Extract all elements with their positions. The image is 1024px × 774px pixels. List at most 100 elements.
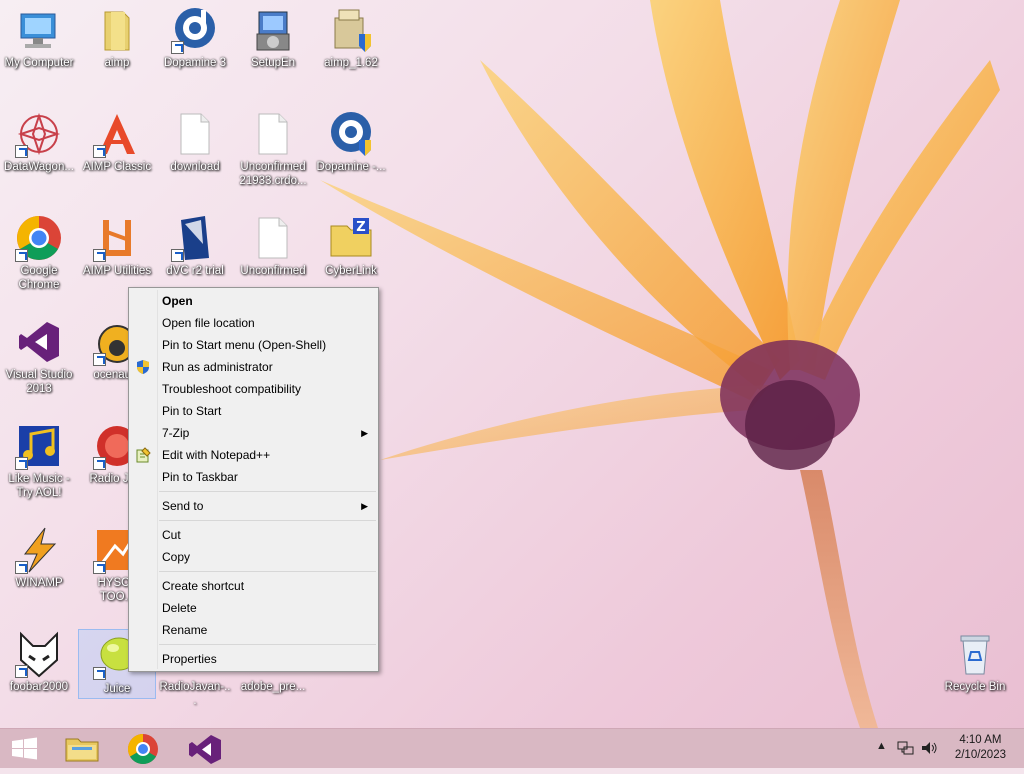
system-clock[interactable]: 4:10 AM 2/10/2023 xyxy=(955,733,1006,763)
folder-icon xyxy=(93,6,141,54)
menu-item-send-to[interactable]: Send to ▶ xyxy=(129,495,378,517)
menu-item-label: Send to xyxy=(162,499,204,513)
network-icon[interactable] xyxy=(896,739,914,760)
shortcut-arrow-icon xyxy=(171,41,184,54)
desktop-icon-label: My Computer xyxy=(4,57,74,69)
menu-item-pin-to-start-menu-open-shell[interactable]: Pin to Start menu (Open-Shell) xyxy=(129,334,378,356)
desktop-icon-google-chrome[interactable]: Google Chrome xyxy=(0,208,78,304)
visual-studio-icon xyxy=(189,735,221,764)
dopamine-icon xyxy=(327,110,375,158)
desktop-icon-download[interactable]: download xyxy=(156,104,234,200)
desktop-icon-datawagon[interactable]: DataWagon... xyxy=(0,104,78,200)
menu-item-7-zip[interactable]: 7-Zip ▶ xyxy=(129,422,378,444)
desktop-icon-dopamine-setup[interactable]: Dopamine -... xyxy=(312,104,390,200)
shortcut-arrow-icon xyxy=(93,457,106,470)
dopamine-icon xyxy=(171,6,219,54)
desktop-icon-label: Unconfirmed xyxy=(240,265,306,277)
desktop-icon-dopamine-3[interactable]: Dopamine 3 xyxy=(156,0,234,96)
file-explorer-icon xyxy=(65,738,99,762)
desktop-icon-label: AIMP Classic xyxy=(82,161,152,173)
menu-item-create-shortcut[interactable]: Create shortcut xyxy=(129,575,378,597)
desktop-icon-aimp-162[interactable]: aimp_1.62 xyxy=(312,0,390,96)
recycle-bin-icon xyxy=(951,630,999,678)
menu-item-label: Edit with Notepad++ xyxy=(162,448,271,462)
desktop-icon-unconfirmed-1[interactable]: Unconfirmed 21933.crdo... xyxy=(234,104,312,200)
desktop-icon-label: CyberLink xyxy=(325,265,377,277)
desktop-icon-label: AIMP Utilities xyxy=(82,265,152,277)
shortcut-arrow-icon xyxy=(15,145,28,158)
taskbar-visual-studio[interactable] xyxy=(177,729,233,769)
menu-item-delete[interactable]: Delete xyxy=(129,597,378,619)
start-button[interactable] xyxy=(0,729,56,769)
show-hidden-icons-button[interactable]: ▲ xyxy=(876,740,887,752)
menu-item-run-as-administrator[interactable]: Run as administrator xyxy=(129,356,378,378)
shortcut-arrow-icon xyxy=(15,249,28,262)
desktop-icon-label: Like Music - Try AOL! xyxy=(8,473,70,499)
desktop-icon-visual-studio-2013[interactable]: Visual Studio 2013 xyxy=(0,312,78,408)
taskbar-file-explorer[interactable] xyxy=(56,729,112,769)
shortcut-arrow-icon xyxy=(15,457,28,470)
menu-item-label: Pin to Start xyxy=(162,404,222,418)
menu-item-pin-to-taskbar[interactable]: Pin to Taskbar xyxy=(129,466,378,488)
menu-item-label: Properties xyxy=(162,652,217,666)
menu-item-label: Delete xyxy=(162,601,197,615)
desktop-icon-like-music[interactable]: Like Music - Try AOL! xyxy=(0,416,78,512)
shortcut-arrow-icon xyxy=(93,353,106,366)
computer-icon xyxy=(15,6,63,54)
desktop-icon-aimp-classic[interactable]: AIMP Classic xyxy=(78,104,156,200)
desktop-icon-label: foobar2000 xyxy=(9,681,69,693)
shortcut-arrow-icon xyxy=(93,561,106,574)
menu-item-open[interactable]: Open xyxy=(129,290,378,312)
datawagon-icon xyxy=(15,110,63,158)
desktop-icon-label: Google Chrome xyxy=(18,265,60,291)
chrome-icon xyxy=(127,734,158,765)
desktop-icon-label: Juice xyxy=(103,683,131,695)
desktop-icon-label: WINAMP xyxy=(15,577,63,589)
menu-item-troubleshoot-compatibility[interactable]: Troubleshoot compatibility xyxy=(129,378,378,400)
svg-text:Z: Z xyxy=(356,220,365,235)
menu-item-edit-with-notepad[interactable]: Edit with Notepad++ xyxy=(129,444,378,466)
desktop-icon-setupen[interactable]: SetupEn xyxy=(234,0,312,96)
uac-shield-icon xyxy=(135,359,151,375)
menu-item-rename[interactable]: Rename xyxy=(129,619,378,641)
desktop-icon-label: SetupEn xyxy=(250,57,296,69)
desktop-icon-my-computer[interactable]: My Computer xyxy=(0,0,78,96)
submenu-arrow-icon: ▶ xyxy=(361,501,368,511)
visual-studio-icon xyxy=(15,318,63,366)
shortcut-arrow-icon xyxy=(93,249,106,262)
shortcut-arrow-icon xyxy=(93,145,106,158)
clock-date: 2/10/2023 xyxy=(954,749,1006,761)
music-notes-icon xyxy=(15,422,63,470)
desktop-icon-label: dVC r2 trial xyxy=(166,265,224,277)
dvc-icon xyxy=(171,214,219,262)
chrome-icon xyxy=(15,214,63,262)
menu-item-cut[interactable]: Cut xyxy=(129,524,378,546)
menu-separator xyxy=(159,644,376,645)
start-icon xyxy=(12,737,37,760)
shortcut-arrow-icon xyxy=(15,665,28,678)
menu-item-label: Rename xyxy=(162,623,208,637)
volume-icon[interactable] xyxy=(920,739,938,760)
menu-item-copy[interactable]: Copy xyxy=(129,546,378,568)
shortcut-arrow-icon xyxy=(171,249,184,262)
desktop-icon-label: aimp xyxy=(104,57,130,69)
context-menu: Open Open file location Pin to Start men… xyxy=(128,287,379,672)
installer-icon xyxy=(249,6,297,54)
menu-item-open-file-location[interactable]: Open file location xyxy=(129,312,378,334)
desktop-icon-winamp[interactable]: WINAMP xyxy=(0,520,78,616)
menu-item-pin-to-start[interactable]: Pin to Start xyxy=(129,400,378,422)
menu-item-label: Pin to Taskbar xyxy=(162,470,238,484)
menu-item-label: Create shortcut xyxy=(162,579,245,593)
desktop-icon-label: RadioJavan-... xyxy=(159,681,231,707)
taskbar-chrome[interactable] xyxy=(115,729,171,769)
desktop-icon-recycle-bin[interactable]: Recycle Bin xyxy=(936,624,1014,720)
winamp-icon xyxy=(15,526,63,574)
menu-item-label: Open file location xyxy=(162,316,255,330)
menu-item-label: Open xyxy=(162,294,193,308)
desktop-icon-aimp-folder[interactable]: aimp xyxy=(78,0,156,96)
menu-item-properties[interactable]: Properties xyxy=(129,648,378,670)
menu-item-label: 7-Zip xyxy=(162,426,190,440)
aimp-utilities-icon xyxy=(93,214,141,262)
desktop-icon-foobar2000[interactable]: foobar2000 xyxy=(0,624,78,720)
shortcut-arrow-icon xyxy=(93,667,106,680)
